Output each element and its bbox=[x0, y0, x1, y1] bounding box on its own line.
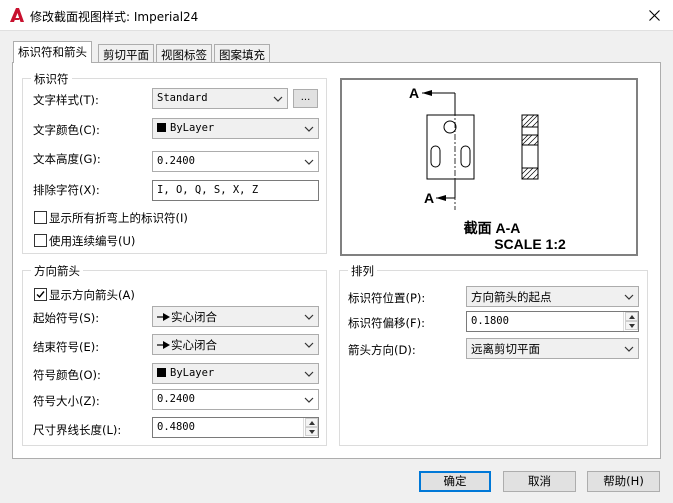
spin-up-button[interactable] bbox=[625, 312, 638, 321]
section-preview-drawing: A A 截面 A-A SCALE 1:2 bbox=[409, 85, 566, 252]
triangle-down-icon bbox=[309, 430, 315, 434]
text-color-dropdown[interactable]: ByLayer bbox=[152, 118, 319, 139]
text-height-value: 0.2400 bbox=[157, 155, 195, 167]
text-color-label: 文字颜色(C): bbox=[33, 123, 100, 137]
ext-line-length-spinner[interactable] bbox=[303, 418, 318, 437]
tab-hatch[interactable]: 图案填充 bbox=[214, 44, 270, 64]
end-symbol-label: 结束符号(E): bbox=[33, 340, 100, 354]
color-swatch bbox=[157, 368, 166, 377]
symbol-size-value: 0.2400 bbox=[157, 393, 195, 405]
id-offset-value: 0.1800 bbox=[471, 315, 509, 327]
text-height-combobox[interactable]: 0.2400 bbox=[152, 151, 319, 172]
exclude-chars-input[interactable]: I, O, Q, S, X, Z bbox=[152, 180, 319, 201]
show-all-bends-checkbox[interactable] bbox=[34, 211, 47, 224]
symbol-size-combobox[interactable]: 0.2400 bbox=[152, 389, 319, 410]
chevron-down-icon bbox=[304, 126, 314, 132]
preview-scale-caption: SCALE 1:2 bbox=[494, 236, 566, 252]
preview-section-caption: 截面 A-A bbox=[464, 220, 521, 236]
tab-cutting-plane[interactable]: 剪切平面 bbox=[98, 44, 154, 64]
ok-button[interactable]: 确定 bbox=[419, 471, 491, 492]
window-title: 修改截面视图样式: Imperial24 bbox=[30, 10, 199, 24]
continuous-numbering-checkbox[interactable] bbox=[34, 234, 47, 247]
chevron-down-icon bbox=[304, 314, 314, 320]
filled-arrow-icon bbox=[157, 341, 170, 349]
show-all-bends-label: 显示所有折弯上的标识符(I) bbox=[49, 211, 188, 225]
text-style-dropdown[interactable]: Standard bbox=[152, 88, 288, 109]
chevron-down-icon bbox=[624, 346, 634, 352]
show-direction-arrows-label: 显示方向箭头(A) bbox=[49, 288, 135, 302]
arrow-direction-dropdown[interactable]: 远离剪切平面 bbox=[466, 338, 639, 359]
chevron-down-icon bbox=[304, 397, 314, 403]
tab-view-label[interactable]: 视图标签 bbox=[156, 44, 212, 64]
start-symbol-label: 起始符号(S): bbox=[33, 311, 100, 325]
symbol-size-label: 符号大小(Z): bbox=[33, 394, 100, 408]
preview-panel: A A 截面 A-A SCALE 1:2 bbox=[340, 78, 638, 256]
close-icon bbox=[649, 10, 660, 21]
show-direction-arrows-checkbox[interactable] bbox=[34, 288, 47, 301]
id-offset-input[interactable]: 0.1800 bbox=[466, 311, 639, 332]
id-offset-label: 标识符偏移(F): bbox=[348, 316, 425, 330]
text-height-label: 文本高度(G): bbox=[33, 152, 101, 166]
ext-line-length-value: 0.4800 bbox=[157, 421, 195, 433]
help-button[interactable]: 帮助(H) bbox=[587, 471, 660, 492]
cancel-button[interactable]: 取消 bbox=[503, 471, 576, 492]
autocad-logo-icon bbox=[10, 8, 24, 22]
text-style-value: Standard bbox=[157, 92, 208, 104]
ext-line-length-input[interactable]: 0.4800 bbox=[152, 417, 319, 438]
triangle-up-icon bbox=[629, 315, 635, 319]
exclude-chars-value: I, O, Q, S, X, Z bbox=[157, 184, 259, 196]
spin-down-button[interactable] bbox=[305, 427, 318, 436]
arrangement-group-title: 排列 bbox=[348, 263, 377, 279]
text-color-value: ByLayer bbox=[170, 122, 215, 134]
spin-up-button[interactable] bbox=[305, 418, 318, 427]
id-position-value: 方向箭头的起点 bbox=[471, 290, 552, 304]
chevron-down-icon bbox=[304, 371, 314, 377]
chevron-down-icon bbox=[304, 159, 314, 165]
color-swatch bbox=[157, 123, 166, 132]
end-symbol-value: 实心闭合 bbox=[171, 338, 217, 352]
end-symbol-dropdown[interactable]: 实心闭合 bbox=[152, 334, 319, 355]
preview-label-top: A bbox=[409, 85, 419, 101]
checkmark-icon bbox=[36, 291, 45, 299]
id-offset-spinner[interactable] bbox=[623, 312, 638, 331]
start-symbol-dropdown[interactable]: 实心闭合 bbox=[152, 306, 319, 327]
continuous-numbering-label: 使用连续编号(U) bbox=[49, 234, 136, 248]
arrow-direction-value: 远离剪切平面 bbox=[471, 342, 540, 356]
tab-identifier-arrows[interactable]: 标识符和箭头 bbox=[13, 41, 92, 63]
chevron-down-icon bbox=[304, 342, 314, 348]
id-position-dropdown[interactable]: 方向箭头的起点 bbox=[466, 286, 639, 307]
symbol-color-value: ByLayer bbox=[170, 367, 215, 379]
spin-down-button[interactable] bbox=[625, 321, 638, 330]
direction-group-title: 方向箭头 bbox=[31, 263, 83, 279]
exclude-chars-label: 排除字符(X): bbox=[33, 183, 100, 197]
filled-arrow-icon bbox=[157, 313, 170, 321]
chevron-down-icon bbox=[624, 294, 634, 300]
triangle-down-icon bbox=[629, 324, 635, 328]
arrow-direction-label: 箭头方向(D): bbox=[348, 343, 416, 357]
symbol-color-dropdown[interactable]: ByLayer bbox=[152, 363, 319, 384]
id-position-label: 标识符位置(P): bbox=[348, 291, 426, 305]
ext-line-length-label: 尺寸界线长度(L): bbox=[33, 423, 122, 437]
title-bar: 修改截面视图样式: Imperial24 bbox=[0, 0, 673, 31]
chevron-down-icon bbox=[273, 96, 283, 102]
close-button[interactable] bbox=[635, 0, 673, 31]
preview-label-bottom: A bbox=[424, 190, 434, 206]
identifier-group-title: 标识符 bbox=[31, 71, 72, 87]
start-symbol-value: 实心闭合 bbox=[171, 310, 217, 324]
text-style-label: 文字样式(T): bbox=[33, 93, 99, 107]
triangle-up-icon bbox=[309, 421, 315, 425]
symbol-color-label: 符号颜色(O): bbox=[33, 368, 101, 382]
browse-text-style-button[interactable]: ... bbox=[293, 89, 318, 108]
